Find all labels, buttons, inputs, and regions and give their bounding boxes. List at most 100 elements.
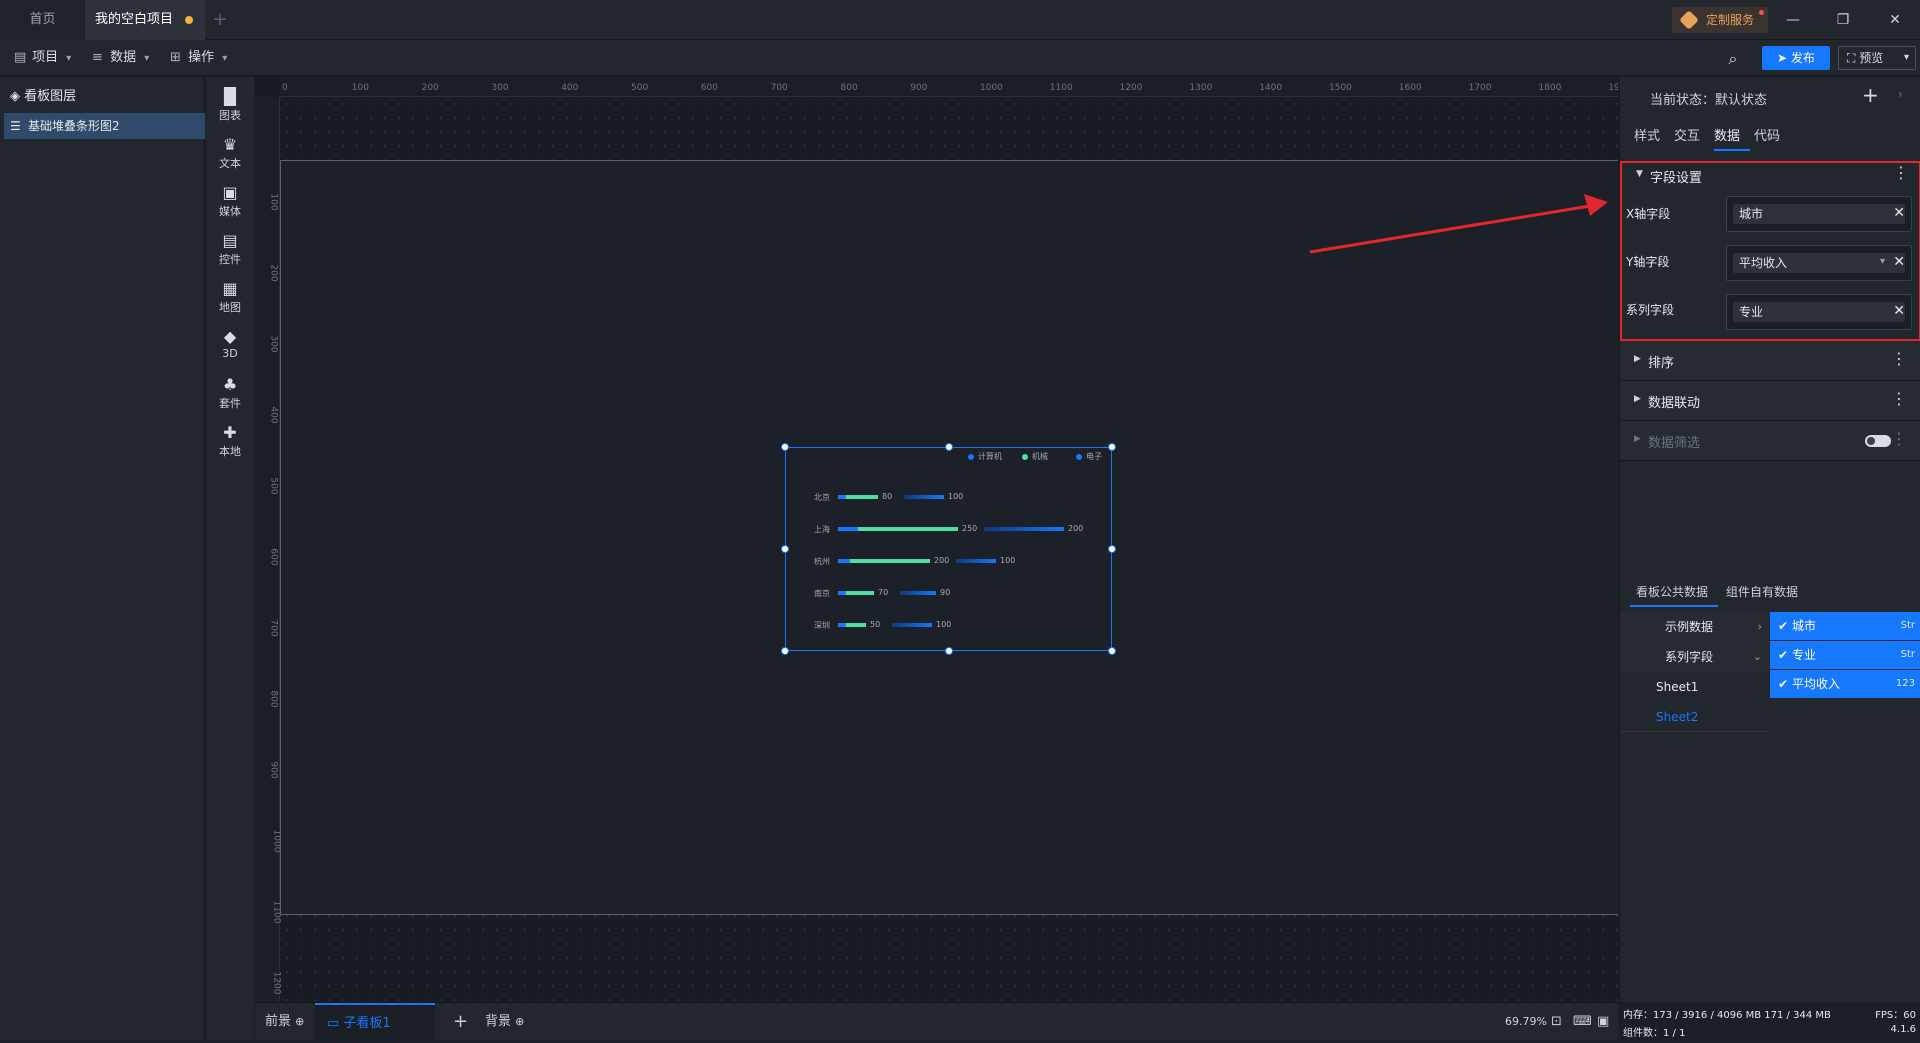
legend-item: 电子: [1076, 451, 1102, 462]
search-icon[interactable]: ⌕: [1722, 48, 1744, 70]
chevron-down-icon[interactable]: ▾: [1880, 256, 1885, 267]
rail-item-control[interactable]: ▤ 控件: [206, 231, 254, 267]
tree-item-sheet2[interactable]: Sheet2: [1620, 702, 1770, 732]
tab-style[interactable]: 样式: [1634, 125, 1660, 144]
gem-icon: [1679, 10, 1699, 30]
zoom-level[interactable]: 69.79%: [1505, 1003, 1547, 1041]
restore-button[interactable]: ❐: [1820, 0, 1866, 40]
tab-sub-board[interactable]: ▭ 子看板1: [315, 1003, 435, 1041]
keyboard-icon[interactable]: ⌨: [1573, 1003, 1592, 1041]
bar-segment: [838, 495, 846, 499]
resize-handle[interactable]: [945, 443, 953, 451]
x-axis-field-select[interactable]: 城市 ✕: [1726, 196, 1912, 232]
ruler-tick-label: 100: [351, 83, 369, 93]
ruler-tick-label: 200: [268, 264, 279, 282]
series-field-chip: 专业: [1733, 302, 1905, 322]
add-circle-icon[interactable]: ⊕: [515, 1015, 524, 1028]
rail-item-map[interactable]: ▦ 地图: [206, 279, 254, 315]
clear-icon[interactable]: ✕: [1893, 303, 1905, 319]
terminal-icon[interactable]: ▣: [1597, 1003, 1609, 1041]
text-icon: ♛: [222, 135, 238, 154]
resize-handle[interactable]: [781, 443, 789, 451]
add-state-button[interactable]: +: [1862, 83, 1879, 107]
menu-operate[interactable]: ⊞ 操作 ▾: [170, 40, 227, 76]
series-field-value: 专业: [1739, 305, 1764, 319]
tab-data[interactable]: 数据: [1714, 125, 1740, 144]
chart-icon: ▐▌: [217, 87, 243, 106]
menu-project-label: 项目: [32, 50, 59, 65]
tab-own-data[interactable]: 组件自有数据: [1726, 583, 1798, 600]
field-item-major[interactable]: ✔ 专业 Str: [1770, 641, 1920, 669]
field-item-type: Str: [1900, 649, 1915, 660]
field-item-income[interactable]: ✔ 平均收入 123: [1770, 670, 1920, 698]
tab-code[interactable]: 代码: [1754, 125, 1780, 144]
tree-item-sheet1[interactable]: Sheet1: [1620, 672, 1770, 702]
field-settings-header[interactable]: ▼ 字段设置 ⋮: [1622, 163, 1920, 191]
rail-item-3d[interactable]: ◆ 3D: [206, 327, 254, 360]
tab-project[interactable]: 我的空白项目: [85, 0, 205, 40]
more-vertical-icon[interactable]: ⋮: [1893, 163, 1909, 182]
resize-handle[interactable]: [945, 647, 953, 655]
chart-row: 北京 80 100: [786, 492, 1113, 502]
rail-item-chart[interactable]: ▐▌ 图表: [206, 87, 254, 123]
rail-item-local[interactable]: ✚ 本地: [206, 423, 254, 459]
tab-foreground-label: 前景: [265, 1014, 292, 1029]
filter-toggle[interactable]: [1865, 435, 1891, 447]
tab-home[interactable]: 首页: [0, 0, 85, 40]
bar-segment: [838, 527, 858, 531]
preview-button[interactable]: ⛶ 预览 ▾: [1838, 46, 1916, 70]
linkage-section-header[interactable]: ▶ 数据联动 ⋮: [1620, 381, 1920, 421]
stacked-bar-chart-widget[interactable]: 计算机 机械 电子 北京 80 100 上海 250 200 杭州 200 100 南京 70 90 深圳 5…: [781, 443, 1116, 655]
clear-icon[interactable]: ✕: [1893, 205, 1905, 221]
sort-section-header[interactable]: ▶ 排序 ⋮: [1620, 341, 1920, 381]
tab-background[interactable]: 背景 ⊕: [485, 1003, 524, 1041]
rail-item-text[interactable]: ♛ 文本: [206, 135, 254, 171]
resize-handle[interactable]: [1108, 443, 1116, 451]
data-source-tabs: 看板公共数据 组件自有数据: [1620, 577, 1920, 607]
custom-service-button[interactable]: 定制服务: [1672, 7, 1768, 33]
ruler-tick-label: 300: [268, 335, 279, 353]
layer-item-label: 基础堆叠条形图2: [28, 119, 120, 133]
more-vertical-icon[interactable]: ⋮: [1891, 349, 1907, 368]
resize-handle[interactable]: [1108, 647, 1116, 655]
tab-public-data[interactable]: 看板公共数据: [1636, 583, 1708, 600]
rail-item-media[interactable]: ▣ 媒体: [206, 183, 254, 219]
clear-icon[interactable]: ✕: [1893, 254, 1905, 270]
resize-handle[interactable]: [1108, 545, 1116, 553]
layer-item[interactable]: ☰ 基础堆叠条形图2: [4, 113, 205, 139]
tree-item-series-field[interactable]: 系列字段 ⌄: [1620, 642, 1770, 672]
rail-item-suite[interactable]: ♣ 套件: [206, 375, 254, 411]
data-label: 100: [948, 492, 964, 501]
x-axis-field-value: 城市: [1739, 207, 1764, 221]
series-field-select[interactable]: 专业 ✕: [1726, 294, 1912, 330]
close-window-button[interactable]: ✕: [1872, 0, 1918, 40]
minimize-button[interactable]: —: [1770, 0, 1816, 40]
add-circle-icon[interactable]: ⊕: [295, 1015, 304, 1028]
menu-data[interactable]: ≡ 数据 ▾: [92, 40, 149, 76]
add-tab-button[interactable]: +: [205, 0, 235, 40]
tab-foreground[interactable]: 前景 ⊕: [265, 1003, 304, 1041]
publish-button[interactable]: ➤ 发布: [1762, 46, 1830, 70]
menu-project[interactable]: ▤ 项目 ▾: [14, 40, 71, 76]
legend-swatch: [1076, 453, 1082, 460]
filter-section-header[interactable]: ▶ 数据筛选 ⋮: [1620, 421, 1920, 461]
y-axis-field-label: Y轴字段: [1626, 255, 1670, 269]
tab-interaction[interactable]: 交互: [1674, 125, 1700, 144]
resize-handle[interactable]: [781, 647, 789, 655]
field-item-city[interactable]: ✔ 城市 Str: [1770, 612, 1920, 640]
ruler-tick-label: 1500: [1329, 83, 1352, 93]
y-axis-field-select[interactable]: 平均收入 ▾ ✕: [1726, 245, 1912, 281]
tree-item-label: 系列字段: [1665, 650, 1714, 664]
fit-screen-icon[interactable]: ⊡: [1551, 1003, 1562, 1041]
category-label: 上海: [814, 525, 830, 534]
resize-handle[interactable]: [781, 545, 789, 553]
data-label: 250: [962, 524, 978, 533]
arrow-head: [1584, 194, 1608, 216]
more-vertical-icon[interactable]: ⋮: [1891, 389, 1907, 408]
add-board-button[interactable]: +: [453, 1003, 468, 1041]
chevron-right-icon[interactable]: ›: [1898, 87, 1903, 101]
map-icon: ▦: [222, 279, 238, 298]
more-vertical-icon[interactable]: ⋮: [1891, 429, 1907, 448]
current-state: 当前状态：默认状态: [1650, 93, 1768, 108]
tree-item-sample-data[interactable]: 示例数据 ›: [1620, 612, 1770, 642]
